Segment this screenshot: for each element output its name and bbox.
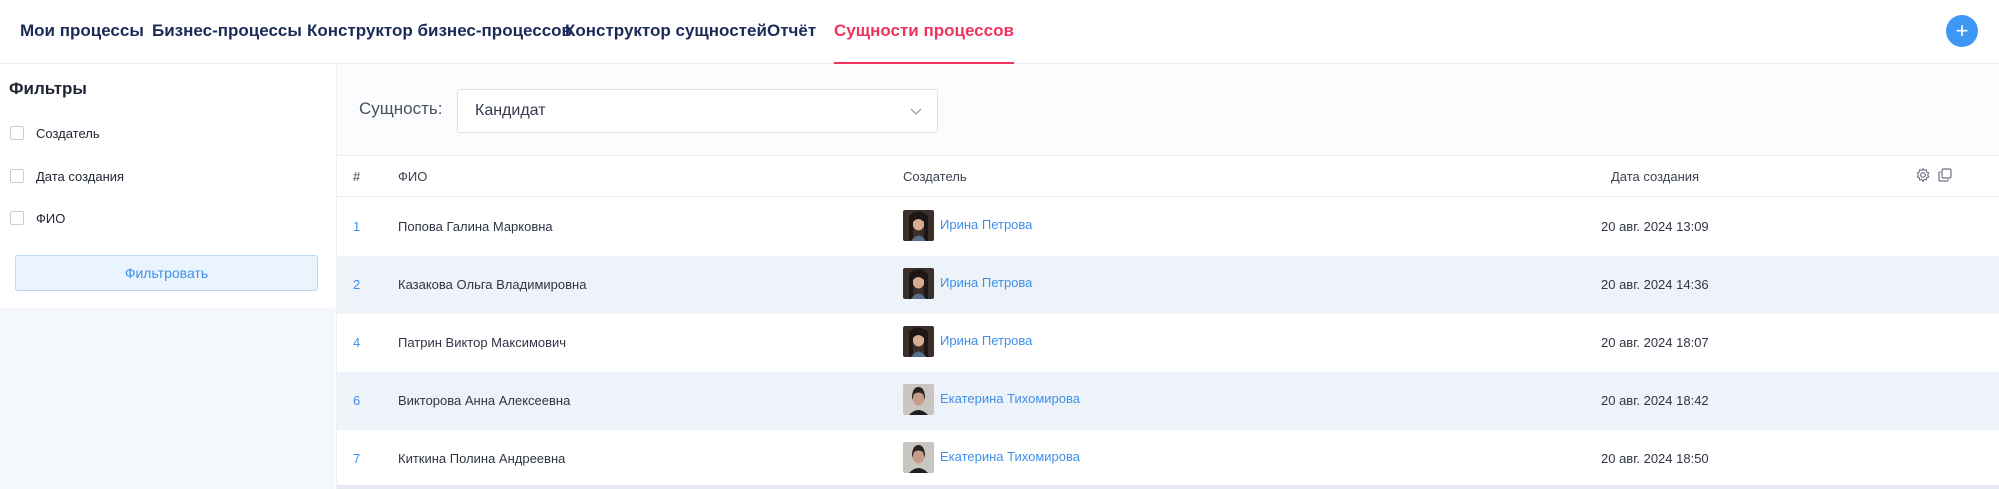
tab-report[interactable]: Отчёт [767, 0, 816, 64]
plus-icon: + [1955, 18, 1969, 43]
row-creator[interactable]: Ирина Петрова [940, 275, 1032, 290]
tab-entity-builder[interactable]: Конструктор сущностей [565, 0, 767, 64]
row-fio: Попова Галина Марковна [398, 219, 553, 234]
row-number[interactable]: 1 [353, 219, 360, 234]
avatar [903, 210, 934, 241]
row-date: 20 авг. 2024 14:36 [1601, 277, 1709, 292]
filter-fio-checkbox[interactable] [10, 211, 24, 225]
column-header-num: # [353, 169, 361, 184]
avatar [903, 384, 934, 415]
filter-label: Создатель [36, 125, 100, 141]
copy-icon[interactable] [1937, 167, 1953, 183]
entity-bar: Сущность: Кандидат [337, 65, 1999, 156]
filter-creator-checkbox[interactable] [10, 126, 24, 140]
row-date: 20 авг. 2024 18:07 [1601, 335, 1709, 350]
filter-panel: Фильтры Создатель Дата создания ФИО Филь… [0, 65, 335, 308]
row-number[interactable]: 4 [353, 335, 360, 350]
row-fio: Киткина Полина Андреевна [398, 451, 566, 466]
table-row[interactable]: 4 Патрин Виктор Максимович Ирина Петрова… [337, 314, 1999, 372]
row-fio: Патрин Виктор Максимович [398, 335, 567, 350]
row-date: 20 авг. 2024 18:50 [1601, 451, 1709, 466]
filter-label: ФИО [36, 210, 66, 226]
entity-label: Сущность: [359, 99, 443, 118]
sidebar: Фильтры Создатель Дата создания ФИО Филь… [0, 65, 335, 489]
filter-creator[interactable]: Создатель [10, 123, 100, 143]
entity-select-value: Кандидат [475, 102, 546, 119]
tab-business-processes[interactable]: Бизнес-процессы [152, 0, 302, 64]
table-row[interactable]: 7 Киткина Полина Андреевна Екатерина Тих… [337, 430, 1999, 488]
row-number[interactable]: 6 [353, 393, 360, 408]
table-header-actions [1915, 167, 1953, 183]
main-content: Сущность: Кандидат # ФИО Создатель Дата … [336, 65, 1999, 489]
top-navigation: Мои процессы Бизнес-процессы Конструктор… [0, 0, 1999, 64]
column-header-creator[interactable]: Создатель [903, 169, 967, 184]
filter-title: Фильтры [9, 79, 87, 98]
row-date: 20 авг. 2024 13:09 [1601, 219, 1709, 234]
table-row[interactable]: 2 Казакова Ольга Владимировна Ирина Петр… [337, 256, 1999, 314]
add-button[interactable]: + [1946, 15, 1978, 47]
row-number[interactable]: 7 [353, 451, 360, 466]
filter-created-date-checkbox[interactable] [10, 169, 24, 183]
row-number[interactable]: 2 [353, 277, 360, 292]
column-header-date[interactable]: Дата создания [1611, 169, 1699, 184]
apply-filter-button[interactable]: Фильтровать [15, 255, 318, 291]
table-bottom-divider [337, 485, 1999, 489]
avatar [903, 268, 934, 299]
filter-created-date[interactable]: Дата создания [10, 166, 124, 186]
row-creator[interactable]: Екатерина Тихомирова [940, 449, 1080, 464]
table-header: # ФИО Создатель Дата создания [337, 157, 1999, 197]
column-header-fio[interactable]: ФИО [398, 169, 427, 184]
tab-process-builder[interactable]: Конструктор бизнес-процессов [307, 0, 572, 64]
row-fio: Викторова Анна Алексеевна [398, 393, 571, 408]
chevron-down-icon [910, 108, 922, 115]
row-creator[interactable]: Ирина Петрова [940, 217, 1032, 232]
tab-my-processes[interactable]: Мои процессы [20, 0, 144, 64]
gear-icon[interactable] [1915, 167, 1931, 183]
entity-select[interactable]: Кандидат [457, 89, 938, 133]
table-row[interactable]: 1 Попова Галина Марковна Ирина Петрова 2… [337, 198, 1999, 256]
table-row[interactable]: 6 Викторова Анна Алексеевна Екатерина Ти… [337, 372, 1999, 430]
row-creator[interactable]: Екатерина Тихомирова [940, 391, 1080, 406]
avatar [903, 442, 934, 473]
row-creator[interactable]: Ирина Петрова [940, 333, 1032, 348]
filter-label: Дата создания [36, 168, 125, 184]
filter-fio[interactable]: ФИО [10, 208, 65, 228]
row-fio: Казакова Ольга Владимировна [398, 277, 587, 292]
tab-process-entities[interactable]: Сущности процессов [834, 0, 1014, 64]
avatar [903, 326, 934, 357]
row-date: 20 авг. 2024 18:42 [1601, 393, 1709, 408]
